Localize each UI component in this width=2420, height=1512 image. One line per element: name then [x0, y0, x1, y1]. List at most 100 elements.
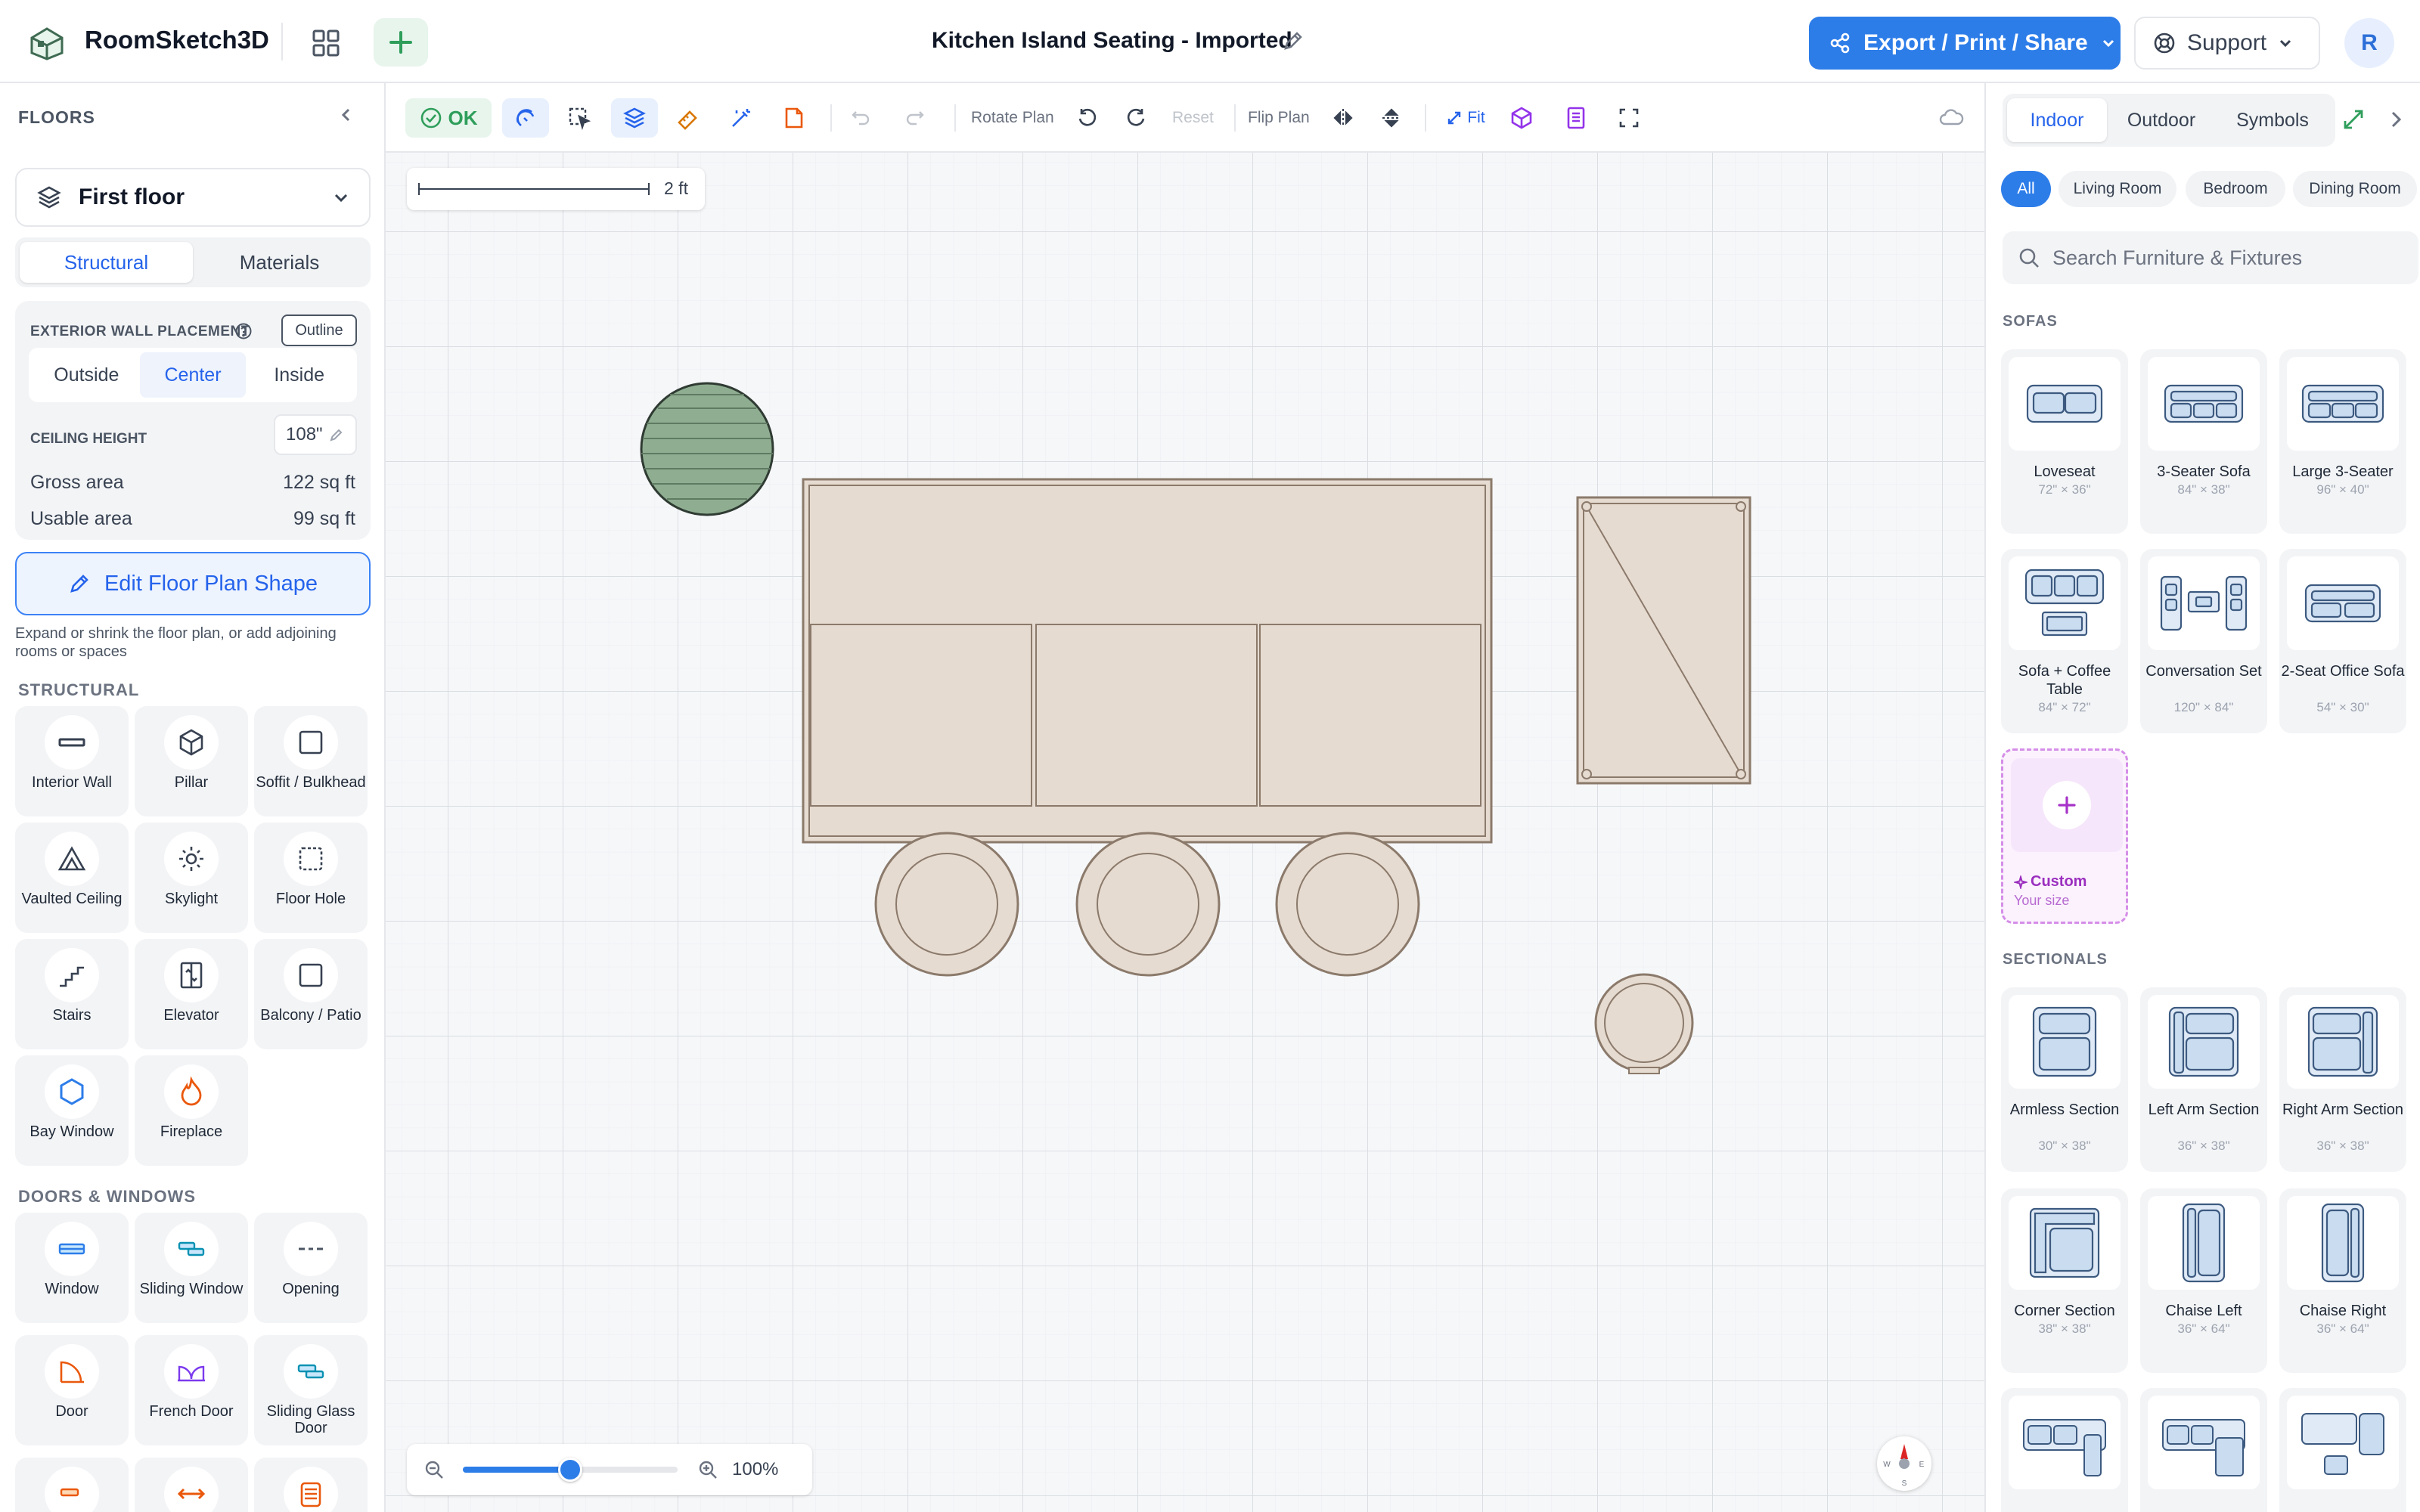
- furniture-card-corner-section[interactable]: Corner Section 38" × 38": [2001, 1188, 2128, 1373]
- furniture-card-2-seat-office-sofa[interactable]: 2-Seat Office Sofa 54" × 30": [2279, 549, 2406, 733]
- lifebuoy-icon: [2154, 33, 2175, 54]
- compass-control[interactable]: N W E S: [1877, 1436, 1931, 1491]
- custom-size-card[interactable]: Custom Your size: [2001, 748, 2128, 924]
- tool-stairs[interactable]: Stairs: [15, 939, 129, 1049]
- tab-indoor[interactable]: Indoor: [2007, 98, 2107, 142]
- tool-skylight[interactable]: Skylight: [135, 823, 248, 933]
- bar-stool[interactable]: [1275, 832, 1420, 977]
- furniture-dimensions: 120" × 84": [2173, 700, 2234, 714]
- edit-floor-plan-shape-button[interactable]: Edit Floor Plan Shape: [15, 552, 371, 615]
- tool-window[interactable]: Window: [15, 1213, 129, 1323]
- tool-label: Window: [45, 1281, 99, 1297]
- tool-french-door[interactable]: French Door: [135, 1335, 248, 1445]
- ceiling-height-field[interactable]: 108": [274, 414, 357, 455]
- furniture-dimensions: 54" × 30": [2316, 700, 2369, 714]
- furniture-card-large-3-seater[interactable]: Large 3-Seater 96" × 40": [2279, 349, 2406, 534]
- tool-elevator[interactable]: Elevator: [135, 939, 248, 1049]
- tool-soffit-bulkhead[interactable]: Soffit / Bulkhead: [254, 706, 368, 816]
- tool-sliding-window[interactable]: Sliding Window: [135, 1213, 248, 1323]
- zoom-in-icon[interactable]: [697, 1459, 718, 1480]
- placement-center[interactable]: Center: [139, 352, 247, 398]
- zoom-slider-track[interactable]: [463, 1458, 678, 1482]
- tool-tile[interactable]: [135, 1458, 248, 1512]
- furniture-name: Corner Section: [2014, 1303, 2115, 1319]
- edit-shape-help-text: Expand or shrink the floor plan, or add …: [15, 625, 337, 660]
- bar-stool[interactable]: [874, 832, 1019, 977]
- bar-stool[interactable]: [1075, 832, 1221, 977]
- furniture-card-right-arm-section[interactable]: Right Arm Section 36" × 38": [2279, 987, 2406, 1172]
- fireplace-icon: [164, 1064, 219, 1119]
- chip-all[interactable]: All: [2001, 171, 2051, 207]
- side-stool[interactable]: [1594, 973, 1694, 1074]
- tool-label: Fireplace: [160, 1123, 223, 1140]
- tool-vaulted-ceiling[interactable]: Vaulted Ceiling: [15, 823, 129, 933]
- placement-outside[interactable]: Outside: [33, 352, 140, 398]
- tool-tile[interactable]: [15, 1458, 129, 1512]
- zoom-out-icon[interactable]: [424, 1459, 445, 1480]
- plant-pot[interactable]: [640, 382, 774, 516]
- conversation-set-icon: [2148, 556, 2260, 650]
- elevator-icon: [164, 948, 219, 1002]
- tool-fireplace[interactable]: Fireplace: [135, 1055, 248, 1166]
- tool-door[interactable]: Door: [15, 1335, 129, 1445]
- furniture-card[interactable]: [2279, 1388, 2406, 1512]
- tool-interior-wall[interactable]: Interior Wall: [15, 706, 129, 816]
- chevron-down-icon: [2280, 39, 2291, 48]
- tool-balcony-patio[interactable]: Balcony / Patio: [254, 939, 368, 1049]
- furniture-dimensions: 30" × 38": [2038, 1139, 2091, 1153]
- app-logo-icon[interactable]: [27, 23, 67, 62]
- furniture-card-armless-section[interactable]: Armless Section 30" × 38": [2001, 987, 2128, 1172]
- floor-hole-icon: [284, 832, 338, 886]
- furniture-card-loveseat[interactable]: Loveseat 72" × 36": [2001, 349, 2128, 534]
- furniture-card-sofa-coffee-table[interactable]: Sofa + Coffee Table 84" × 72": [2001, 549, 2128, 733]
- collapse-sidebar-icon[interactable]: [337, 106, 355, 124]
- new-project-button[interactable]: [374, 18, 428, 67]
- support-button[interactable]: Support: [2134, 17, 2320, 70]
- expand-panel-icon[interactable]: [2341, 107, 2366, 132]
- tool-sliding-glass-door[interactable]: Sliding Glass Door: [254, 1335, 368, 1445]
- compass-west-label: W: [1883, 1461, 1891, 1469]
- corner-section-icon: [2009, 1196, 2121, 1290]
- chip-bedroom[interactable]: Bedroom: [2186, 171, 2285, 207]
- zoom-slider-fill: [463, 1467, 570, 1473]
- furniture-card-chaise-left[interactable]: Chaise Left 36" × 64": [2140, 1188, 2267, 1373]
- outline-button[interactable]: Outline: [281, 314, 357, 346]
- document-title[interactable]: Kitchen Island Seating - Imported: [932, 28, 1292, 54]
- help-icon[interactable]: [234, 322, 253, 340]
- furniture-name: Conversation Set: [2145, 663, 2262, 680]
- furniture-card-3-seater-sofa[interactable]: 3-Seater Sofa 84" × 38": [2140, 349, 2267, 534]
- u-sectional-icon: [2009, 1396, 2121, 1489]
- zoom-slider-thumb[interactable]: [558, 1458, 582, 1482]
- kitchen-island[interactable]: [802, 478, 1493, 844]
- refrigerator[interactable]: [1576, 496, 1751, 785]
- 3-seater-sofa-icon: [2148, 357, 2260, 451]
- furniture-card-conversation-set[interactable]: Conversation Set 120" × 84": [2140, 549, 2267, 733]
- furniture-dimensions: 36" × 64": [2316, 1321, 2369, 1336]
- furniture-card[interactable]: [2140, 1388, 2267, 1512]
- furniture-card-chaise-right[interactable]: Chaise Right 36" × 64": [2279, 1188, 2406, 1373]
- furniture-card[interactable]: [2001, 1388, 2128, 1512]
- projects-grid-icon[interactable]: [306, 23, 346, 64]
- tab-structural[interactable]: Structural: [20, 242, 193, 283]
- tool-floor-hole[interactable]: Floor Hole: [254, 823, 368, 933]
- sectionals-section-title: SECTIONALS: [2003, 951, 2108, 968]
- tool-pillar[interactable]: Pillar: [135, 706, 248, 816]
- floor-plan-canvas[interactable]: OK Rotate Plan Reset Flip Plan Fit 2 ft …: [386, 83, 1984, 1512]
- export-print-share-button[interactable]: Export / Print / Share: [1809, 17, 2121, 70]
- tab-outdoor[interactable]: Outdoor: [2107, 98, 2216, 142]
- furniture-card-left-arm-section[interactable]: Left Arm Section 36" × 38": [2140, 987, 2267, 1172]
- chevron-right-icon[interactable]: [2387, 109, 2405, 130]
- custom-plus-icon: [2011, 758, 2123, 852]
- tool-bay-window[interactable]: Bay Window: [15, 1055, 129, 1166]
- tab-symbols[interactable]: Symbols: [2216, 98, 2329, 142]
- chip-living-room[interactable]: Living Room: [2059, 171, 2176, 207]
- tool-opening[interactable]: Opening: [254, 1213, 368, 1323]
- chip-dining-room[interactable]: Dining Room: [2293, 171, 2417, 207]
- placement-inside[interactable]: Inside: [246, 352, 352, 398]
- tool-tile[interactable]: [254, 1458, 368, 1512]
- tab-materials[interactable]: Materials: [193, 242, 366, 283]
- user-avatar[interactable]: R: [2344, 18, 2394, 68]
- floor-select[interactable]: First floor: [15, 168, 371, 227]
- furniture-search[interactable]: Search Furniture & Fixtures: [2003, 231, 2418, 284]
- edit-title-icon[interactable]: [1281, 29, 1305, 53]
